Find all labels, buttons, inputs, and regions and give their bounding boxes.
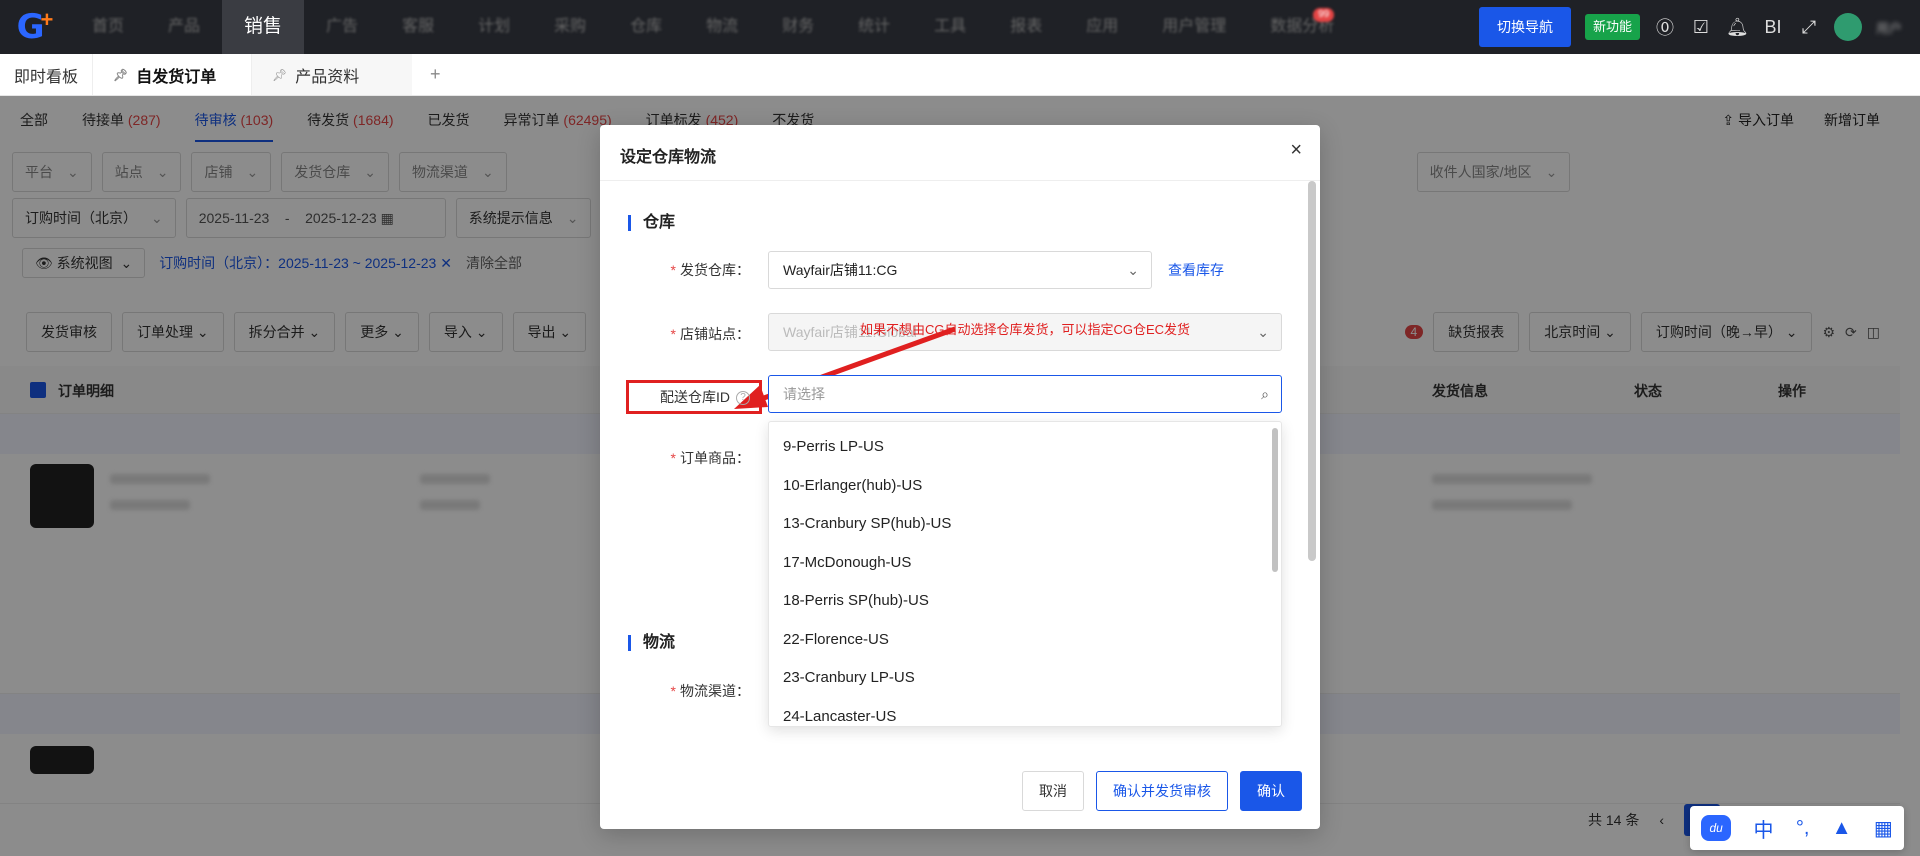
warehouse-option[interactable]: 22-Florence-US <box>769 621 1281 660</box>
logistics-label: * 物流渠道： <box>670 683 750 699</box>
ime-punct-toggle[interactable]: °, <box>1796 817 1810 840</box>
search-icon: ⌕ <box>1261 386 1269 402</box>
nav-item[interactable]: 首页 <box>70 0 146 54</box>
bell-icon[interactable]: 🔔︎ <box>1726 17 1749 38</box>
delivery-warehouse-dropdown: 9-Perris LP-US 10-Erlanger(hub)-US 13-Cran… <box>768 421 1282 727</box>
order-goods-label: * 订单商品： <box>670 450 750 466</box>
user-name[interactable]: 用户 <box>1876 18 1902 37</box>
chevron-down-icon: ⌄ <box>1257 324 1269 340</box>
ship-warehouse-select[interactable]: Wayfair店铺11:CG ⌄ <box>768 251 1152 289</box>
add-tab-button[interactable]: + <box>412 54 459 95</box>
ime-toolbar: du 中 °, ▲ ▦ <box>1690 806 1904 850</box>
dialog-scrollbar[interactable] <box>1308 181 1316 561</box>
app-logo[interactable]: G + <box>0 0 70 54</box>
nav-item[interactable]: 报表 <box>988 0 1064 54</box>
section-logistics: 物流 <box>628 635 675 651</box>
ime-lang-toggle[interactable]: 中 <box>1754 814 1774 843</box>
warehouse-option[interactable]: 24-Lancaster-US <box>769 698 1281 727</box>
nav-item[interactable]: 用户管理 <box>1140 0 1248 54</box>
nav-item[interactable]: 销售 <box>222 0 305 54</box>
ship-warehouse-label-text: 发货仓库： <box>680 262 750 278</box>
switch-nav-button[interactable]: 切换导航 <box>1478 7 1571 47</box>
shop-site-label: * 店铺站点： <box>670 326 750 342</box>
tab-label: 产品资料 <box>295 68 360 86</box>
nav-item[interactable]: 统计 <box>836 0 912 54</box>
tab-label: 自发货订单 <box>136 68 217 86</box>
main-nav: 首页 产品 销售 广告 客服 计划 采购 仓库 物流 财务 统计 工具 报表 应用 用户管理 数据分析 99 <box>70 0 1479 54</box>
ship-warehouse-value: Wayfair店铺11:CG <box>783 262 898 278</box>
chevron-down-icon: ⌄ <box>1127 262 1139 278</box>
nav-item[interactable]: 计划 <box>456 0 532 54</box>
warehouse-option[interactable]: 17-McDonough-US <box>769 544 1281 583</box>
page-tabs: 即时看板 📌︎ 自发货订单 📌︎ 产品资料 + <box>0 54 1920 96</box>
help-icon[interactable]: ⓪ <box>1654 14 1676 40</box>
section-warehouse: 仓库 <box>628 215 675 231</box>
bi-link[interactable]: BI <box>1762 17 1784 38</box>
delivery-warehouse-placeholder: 请选择 <box>783 386 825 402</box>
calendar-check-icon[interactable]: ☑ <box>1690 17 1712 38</box>
new-feature-button[interactable]: 新功能 <box>1584 14 1640 40</box>
fullscreen-icon[interactable]: ⤢ <box>1798 17 1820 38</box>
nav-item[interactable]: 财务 <box>760 0 836 54</box>
delivery-warehouse-label-text: 配送仓库ID <box>660 389 730 405</box>
question-icon[interactable]: ? <box>736 391 750 406</box>
top-nav: G + 首页 产品 销售 广告 客服 计划 采购 仓库 物流 财务 统计 工具 报表 应用 用户管理 数据分析 9… <box>0 0 1920 54</box>
warehouse-option[interactable]: 13-Cranbury SP(hub)-US <box>769 505 1281 544</box>
close-icon[interactable]: × <box>1290 139 1302 162</box>
nav-item[interactable]: 应用 <box>1064 0 1140 54</box>
nav-item[interactable]: 采购 <box>532 0 608 54</box>
set-warehouse-logistics-dialog: 设定仓库物流 × 仓库 * 发货仓库： Wayfair店铺11:CG ⌄ 查看库存… <box>600 125 1320 829</box>
ime-logo[interactable]: du <box>1701 815 1732 841</box>
nav-item[interactable]: 客服 <box>380 0 456 54</box>
ime-menu-icon[interactable]: ▦ <box>1874 816 1893 841</box>
pin-icon[interactable]: 📌︎ <box>113 68 128 82</box>
warehouse-option[interactable]: 10-Erlanger(hub)-US <box>769 467 1281 506</box>
ime-skin-icon[interactable]: ▲ <box>1832 817 1852 840</box>
tab-self-ship-orders[interactable]: 📌︎ 自发货订单 <box>92 54 253 95</box>
view-stock-link[interactable]: 查看库存 <box>1168 260 1224 280</box>
confirm-button[interactable]: 确认 <box>1240 771 1302 811</box>
nav-item[interactable]: 物流 <box>684 0 760 54</box>
dialog-header: 设定仓库物流 × <box>600 125 1320 181</box>
nav-item[interactable]: 产品 <box>146 0 222 54</box>
dropdown-scrollbar[interactable] <box>1272 428 1278 572</box>
confirm-and-review-button[interactable]: 确认并发货审核 <box>1096 771 1228 811</box>
dialog-title: 设定仓库物流 <box>620 149 717 166</box>
nav-badge: 99 <box>1313 8 1335 22</box>
nav-item[interactable]: 数据分析 99 <box>1248 0 1356 54</box>
tab-product-data[interactable]: 📌︎ 产品资料 <box>252 54 413 95</box>
tab-dashboard[interactable]: 即时看板 <box>0 54 92 95</box>
warehouse-option[interactable]: 9-Perris LP-US <box>769 428 1281 467</box>
warehouse-option[interactable]: 23-Cranbury LP-US <box>769 659 1281 698</box>
delivery-warehouse-label: 配送仓库ID? <box>600 387 750 407</box>
ship-warehouse-label: * 发货仓库： <box>670 262 750 278</box>
nav-item[interactable]: 仓库 <box>608 0 684 54</box>
avatar[interactable] <box>1833 13 1862 41</box>
pin-icon[interactable]: 📌︎ <box>272 68 287 82</box>
delivery-warehouse-select[interactable]: 请选择 ⌕ <box>768 375 1282 413</box>
warehouse-option[interactable]: 18-Perris SP(hub)-US <box>769 582 1281 621</box>
cancel-button[interactable]: 取消 <box>1022 771 1084 811</box>
nav-item[interactable]: 广告 <box>304 0 380 54</box>
order-goods-label-text: 订单商品： <box>680 450 750 466</box>
nav-item[interactable]: 工具 <box>912 0 988 54</box>
logistics-label-text: 物流渠道： <box>680 683 750 699</box>
